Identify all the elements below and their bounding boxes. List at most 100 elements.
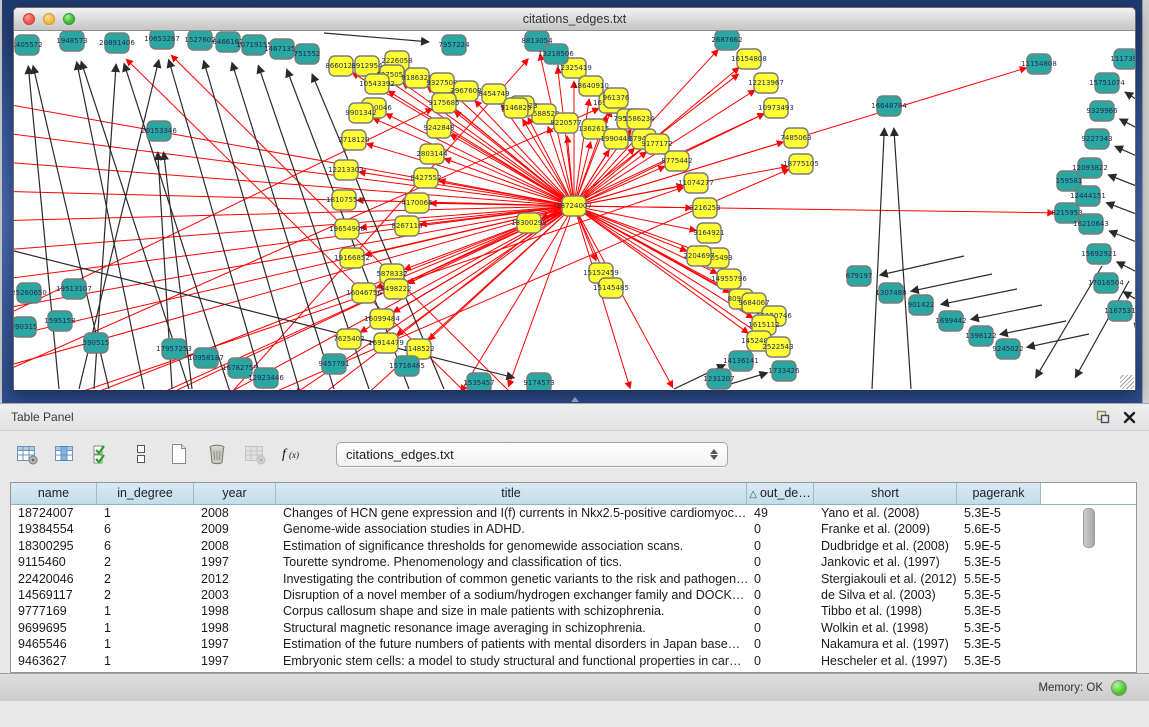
graph-edge[interactable]: [14, 206, 574, 221]
graph-edge[interactable]: [1117, 262, 1135, 273]
graph-edge[interactable]: [204, 60, 299, 389]
graph-node[interactable]: 14955796: [711, 269, 747, 289]
graph-node[interactable]: 1595158: [44, 311, 75, 331]
new-document-icon[interactable]: [166, 441, 192, 467]
graph-edge[interactable]: [386, 114, 574, 206]
graph-edge[interactable]: [1125, 92, 1135, 101]
graph-node[interactable]: 4170066: [401, 193, 433, 213]
graph-node[interactable]: 1948573: [56, 31, 87, 51]
graph-node[interactable]: 9242848: [423, 118, 454, 138]
close-panel-icon[interactable]: [1121, 409, 1137, 425]
graph-node[interactable]: 751552: [294, 44, 321, 64]
graph-node[interactable]: 18107554: [326, 190, 362, 210]
table-source-select[interactable]: citations_edges.txt: [336, 442, 728, 467]
function-icon[interactable]: f (x): [280, 441, 306, 467]
graph-node[interactable]: 2204697: [683, 246, 714, 266]
float-panel-icon[interactable]: [1095, 409, 1111, 425]
graph-edge[interactable]: [14, 206, 574, 309]
graph-edge[interactable]: [14, 191, 574, 206]
delete-table-icon[interactable]: [242, 441, 268, 467]
graph-edge[interactable]: [1108, 175, 1135, 187]
column-header-title[interactable]: title: [276, 483, 747, 504]
graph-node[interactable]: 1527602: [184, 31, 215, 50]
graph-node[interactable]: 20153346: [141, 121, 177, 141]
graph-node[interactable]: 1307488: [875, 283, 906, 303]
graph-edge[interactable]: [558, 67, 574, 206]
graph-node[interactable]: 9227343: [1081, 129, 1112, 149]
graph-node[interactable]: 2718120: [338, 130, 369, 150]
graph-edge[interactable]: [971, 305, 1042, 319]
graph-edge[interactable]: [894, 128, 911, 389]
table-row[interactable]: 946362711997Embryonic stem cells: a mode…: [11, 653, 1136, 669]
network-window-titlebar[interactable]: citations_edges.txt: [14, 8, 1135, 31]
column-header-name[interactable]: name: [11, 483, 97, 504]
graph-edge[interactable]: [1106, 203, 1135, 215]
graph-node[interactable]: 9175685: [428, 93, 459, 113]
graph-node[interactable]: 9164921: [693, 223, 724, 243]
graph-node[interactable]: 11154808: [1021, 54, 1057, 74]
graph-node[interactable]: 890315: [14, 317, 37, 337]
graph-node[interactable]: 15692921: [1081, 244, 1117, 264]
table-column-icon[interactable]: [52, 441, 78, 467]
table-row[interactable]: 1872400712008Changes of HCN gene express…: [11, 505, 1136, 521]
graph-node[interactable]: 16154808: [731, 49, 767, 69]
graph-node[interactable]: 18775105: [783, 154, 819, 174]
table-scrollbar-thumb[interactable]: [1083, 508, 1095, 548]
graph-node[interactable]: 19654908: [329, 219, 365, 239]
graph-node[interactable]: 590515: [83, 333, 110, 353]
graph-edge[interactable]: [508, 206, 574, 387]
graph-node[interactable]: 2522543: [762, 337, 793, 357]
graph-node[interactable]: 8267110: [391, 216, 422, 236]
zoom-window-button[interactable]: [63, 13, 75, 25]
graph-node[interactable]: 7625402: [333, 329, 364, 349]
table-row[interactable]: 969969511998Structural magnetic resonanc…: [11, 620, 1136, 636]
graph-node[interactable]: 1699442: [935, 311, 966, 331]
graph-node[interactable]: 7485063: [780, 128, 811, 148]
graph-node[interactable]: 1535457: [463, 373, 494, 390]
select-checks-icon[interactable]: [90, 441, 116, 467]
graph-node[interactable]: 10653287: [144, 31, 180, 49]
graph-edge[interactable]: [941, 289, 1017, 304]
graph-node[interactable]: 9329966: [1086, 101, 1118, 121]
graph-edge[interactable]: [1134, 323, 1135, 329]
graph-node[interactable]: 9901342: [345, 103, 376, 123]
memory-indicator[interactable]: [1111, 680, 1127, 696]
splitter-handle[interactable]: [569, 396, 581, 403]
graph-node[interactable]: 3216253: [689, 198, 720, 218]
graph-node[interactable]: 16648784: [871, 96, 907, 116]
table-row[interactable]: 1456911722003Disruption of a novel membe…: [11, 587, 1136, 603]
graph-node[interactable]: 1231207: [703, 369, 734, 389]
trash-icon[interactable]: [204, 441, 230, 467]
graph-node[interactable]: 2687662: [711, 31, 742, 50]
graph-edge[interactable]: [14, 103, 574, 206]
graph-node[interactable]: 11074277: [678, 173, 714, 193]
graph-node[interactable]: 9146825: [500, 98, 531, 118]
graph-node[interactable]: 8775442: [661, 151, 692, 171]
column-header-pagerank[interactable]: pagerank: [957, 483, 1041, 504]
table-row[interactable]: 977716911998Corpus callosum shape and si…: [11, 603, 1136, 619]
graph-node[interactable]: 1586234: [623, 109, 655, 129]
graph-node[interactable]: 10958187: [188, 348, 224, 368]
graph-node[interactable]: 9457791: [318, 354, 349, 374]
column-header-out_de[interactable]: △out_de…: [747, 483, 814, 504]
rows-icon[interactable]: [128, 441, 154, 467]
table-row[interactable]: 2242004622012Investigating the contribut…: [11, 571, 1136, 587]
graph-node[interactable]: 901422: [908, 295, 935, 315]
column-header-year[interactable]: year: [194, 483, 276, 504]
table-row[interactable]: 911546021997Tourette syndrome. Phenomeno…: [11, 554, 1136, 570]
graph-node[interactable]: 17016504: [1088, 273, 1124, 293]
minimize-window-button[interactable]: [43, 13, 55, 25]
graph-node[interactable]: 14136141: [723, 351, 759, 371]
graph-node[interactable]: 1405572: [14, 35, 43, 55]
table-row[interactable]: 1830029562008Estimation of significance …: [11, 538, 1136, 554]
table-settings-icon[interactable]: [14, 441, 40, 467]
graph-node[interactable]: 1167531: [1104, 301, 1135, 321]
graph-node[interactable]: 1117396: [1110, 49, 1135, 69]
graph-edge[interactable]: [880, 256, 964, 275]
graph-node[interactable]: 2803144: [416, 144, 448, 164]
table-row[interactable]: 1938455462009Genome-wide association stu…: [11, 521, 1136, 537]
column-header-in_degree[interactable]: in_degree: [97, 483, 194, 504]
graph-node[interactable]: 9245022: [992, 339, 1023, 359]
graph-edge[interactable]: [1000, 321, 1066, 334]
citation-graph[interactable]: 1872400718300295123254191864091016961758…: [14, 31, 1135, 390]
